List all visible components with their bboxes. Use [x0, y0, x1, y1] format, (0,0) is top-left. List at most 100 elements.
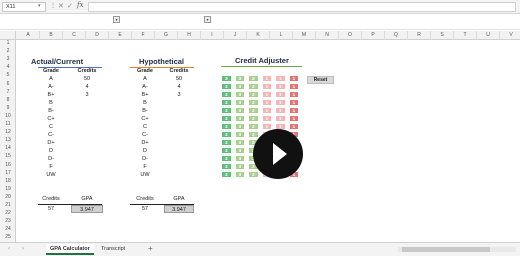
adjuster-cell[interactable]: 1 [288, 115, 300, 123]
adjuster-cell[interactable]: 1 [261, 75, 273, 83]
adjuster-cell[interactable]: 1 [275, 107, 286, 115]
adjuster-cell[interactable]: 1 [275, 99, 286, 107]
row-header-22[interactable]: 22 [0, 210, 16, 218]
row-header-6[interactable]: 6 [0, 81, 16, 89]
adjuster-cell[interactable]: 2 [248, 171, 259, 179]
add-sheet-icon[interactable]: + [148, 244, 153, 253]
insert-function-icon[interactable]: fx [77, 1, 84, 9]
adjuster-cell[interactable]: 2 [248, 99, 259, 107]
row-header-8[interactable]: 8 [0, 97, 16, 105]
scrollbar-thumb[interactable] [402, 247, 490, 252]
row-header-20[interactable]: 20 [0, 194, 16, 202]
adjuster-cell[interactable]: 2 [248, 123, 259, 131]
adjuster-cell[interactable]: 3 [221, 83, 232, 91]
adjuster-cell[interactable]: 1 [275, 75, 286, 83]
row-header-11[interactable]: 11 [0, 121, 16, 129]
actual-credits-cell[interactable]: 3 [71, 92, 103, 98]
adjuster-cell[interactable]: 3 [234, 147, 246, 155]
adjuster-cell[interactable]: 3 [221, 115, 232, 123]
adjuster-cell[interactable]: 2 [248, 107, 259, 115]
adjuster-cell[interactable]: 1 [275, 91, 286, 99]
column-header-e[interactable]: E [109, 31, 132, 40]
row-header-17[interactable]: 17 [0, 170, 16, 178]
adjuster-cell[interactable]: 1 [261, 83, 273, 91]
tab-gpa-calculator[interactable]: GPA Calculator [46, 244, 94, 255]
prev-sheet-icon[interactable]: ‹ [8, 246, 10, 252]
column-header-k[interactable]: K [247, 31, 270, 40]
adjuster-cell[interactable]: 1 [288, 83, 300, 91]
adjuster-cell[interactable]: 3 [234, 131, 246, 139]
adjuster-cell[interactable]: 3 [221, 147, 232, 155]
row-header-10[interactable]: 10 [0, 113, 16, 121]
column-header-m[interactable]: M [293, 31, 316, 40]
hypothetical-credits-cell[interactable]: 50 [164, 76, 194, 82]
column-header-t[interactable]: T [454, 31, 477, 40]
row-header-24[interactable]: 24 [0, 226, 16, 234]
formula-input[interactable] [88, 2, 516, 12]
video-play-button[interactable] [253, 129, 303, 179]
column-header-g[interactable]: G [155, 31, 178, 40]
adjuster-cell[interactable]: 3 [234, 171, 246, 179]
adjuster-cell[interactable]: 2 [248, 131, 259, 139]
next-sheet-icon[interactable]: › [22, 246, 24, 252]
column-header-a[interactable]: A [17, 31, 40, 40]
adjuster-cell[interactable]: 3 [221, 123, 232, 131]
column-header-l[interactable]: L [270, 31, 293, 40]
adjuster-cell[interactable]: 3 [234, 163, 246, 171]
column-header-j[interactable]: J [224, 31, 247, 40]
tab-transcript[interactable]: Transcript [97, 244, 129, 255]
adjuster-cell[interactable]: 3 [221, 155, 232, 163]
adjuster-cell[interactable]: 3 [234, 115, 246, 123]
adjuster-cell[interactable]: 1 [288, 123, 300, 131]
chevron-down-icon[interactable]: ▾ [38, 3, 41, 9]
column-header-v[interactable]: V [500, 31, 520, 40]
column-header-i[interactable]: I [201, 31, 224, 40]
row-header-13[interactable]: 13 [0, 137, 16, 145]
row-header-14[interactable]: 14 [0, 145, 16, 153]
row-header-1[interactable]: 1 [0, 40, 16, 48]
row-header-12[interactable]: 12 [0, 129, 16, 137]
row-header-15[interactable]: 15 [0, 153, 16, 161]
adjuster-cell[interactable]: 2 [248, 91, 259, 99]
row-header-21[interactable]: 21 [0, 202, 16, 210]
adjuster-cell[interactable]: 3 [234, 99, 246, 107]
adjuster-cell[interactable]: 3 [221, 75, 232, 83]
row-header-7[interactable]: 7 [0, 89, 16, 97]
row-header-23[interactable]: 23 [0, 218, 16, 226]
adjuster-cell[interactable]: 3 [221, 107, 232, 115]
column-header-b[interactable]: B [40, 31, 63, 40]
row-header-16[interactable]: 16 [0, 162, 16, 170]
adjuster-cell[interactable]: 3 [221, 99, 232, 107]
column-header-r[interactable]: R [408, 31, 431, 40]
column-header-q[interactable]: Q [385, 31, 408, 40]
adjuster-cell[interactable]: 3 [221, 91, 232, 99]
adjuster-cell[interactable]: 1 [288, 75, 300, 83]
column-header-h[interactable]: H [178, 31, 201, 40]
actual-credits-cell[interactable]: 4 [71, 84, 103, 90]
adjuster-cell[interactable]: 2 [248, 115, 259, 123]
adjuster-cell[interactable]: 1 [261, 91, 273, 99]
row-header-5[interactable]: 5 [0, 72, 16, 80]
adjuster-cell[interactable]: 1 [288, 99, 300, 107]
adjuster-cell[interactable]: 3 [234, 83, 246, 91]
adjuster-cell[interactable]: 1 [275, 83, 286, 91]
horizontal-scrollbar[interactable] [398, 247, 516, 252]
enter-icon[interactable]: ✓ [67, 2, 73, 10]
adjuster-cell[interactable]: 1 [275, 115, 286, 123]
dropdown-toggle-right[interactable]: ▾ [204, 16, 211, 23]
column-header-o[interactable]: O [339, 31, 362, 40]
adjuster-cell[interactable]: 3 [234, 107, 246, 115]
adjuster-cell[interactable]: 1 [261, 107, 273, 115]
adjuster-cell[interactable]: 1 [288, 91, 300, 99]
column-header-u[interactable]: U [477, 31, 500, 40]
column-header-f[interactable]: F [132, 31, 155, 40]
column-header-s[interactable]: S [431, 31, 454, 40]
hypothetical-credits-cell[interactable]: 4 [164, 84, 194, 90]
actual-credits-cell[interactable]: 50 [71, 76, 103, 82]
reset-button[interactable]: Reset [307, 76, 334, 84]
row-header-3[interactable]: 3 [0, 56, 16, 64]
row-header-4[interactable]: 4 [0, 64, 16, 72]
row-header-19[interactable]: 19 [0, 186, 16, 194]
adjuster-cell[interactable]: 3 [234, 123, 246, 131]
column-header-n[interactable]: N [316, 31, 339, 40]
